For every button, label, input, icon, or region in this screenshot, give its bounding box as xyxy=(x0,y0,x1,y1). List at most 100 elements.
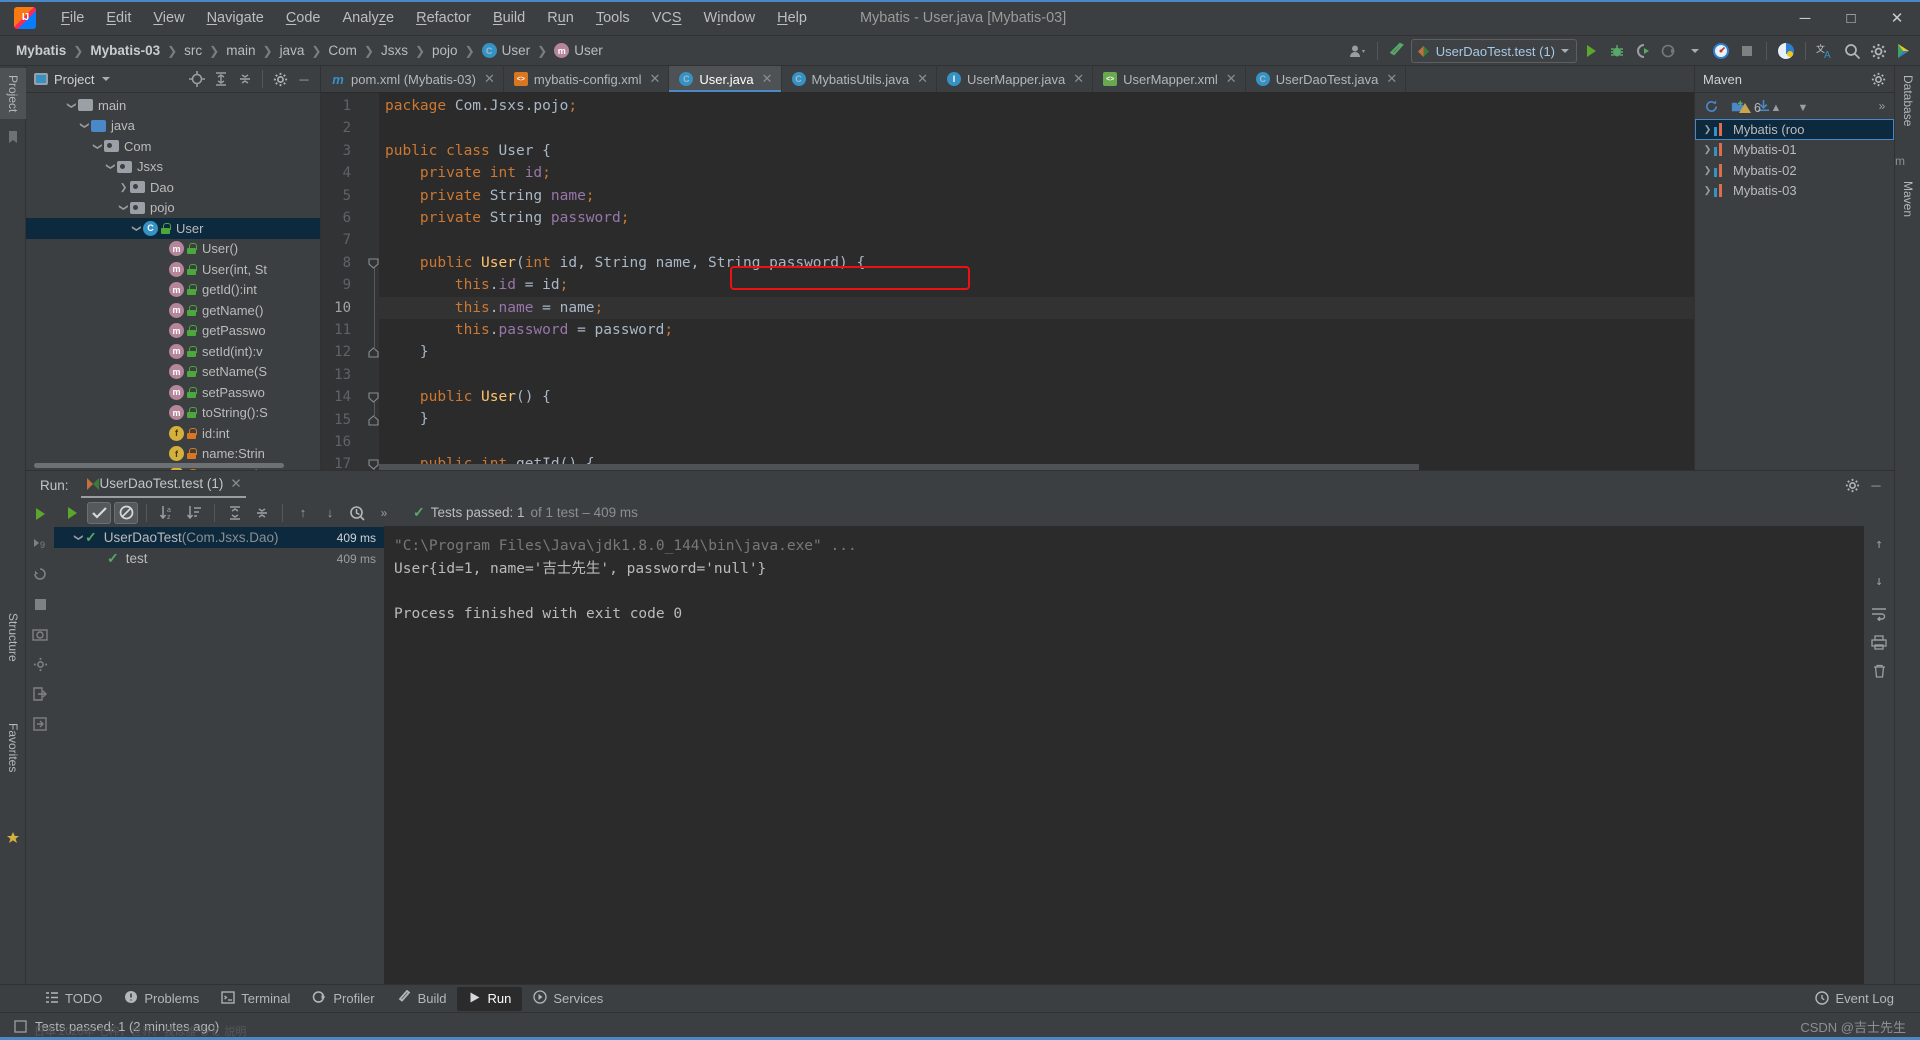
test-history-icon[interactable] xyxy=(345,502,369,524)
soft-wrap-icon[interactable] xyxy=(1871,607,1887,621)
menu-run[interactable]: Run xyxy=(536,6,585,30)
menu-navigate[interactable]: Navigate xyxy=(196,6,275,30)
maximize-icon[interactable]: □ xyxy=(1828,0,1874,36)
reload-icon[interactable] xyxy=(1699,94,1723,118)
bottom-tab-profiler[interactable]: Profiler xyxy=(301,986,385,1011)
run-tab-userdaotest[interactable]: UserDaoTest.test (1) ✕ xyxy=(80,476,246,498)
bottom-tab-problems[interactable]: Problems xyxy=(113,986,210,1011)
menu-window[interactable]: Window xyxy=(693,6,767,30)
settings-icon[interactable] xyxy=(33,653,48,675)
show-passed-tests-icon[interactable] xyxy=(87,501,111,524)
sidebar-tab-database[interactable]: Database xyxy=(1895,68,1920,133)
project-tree-row[interactable]: m toString():S xyxy=(26,403,320,424)
menu-refactor[interactable]: Refactor xyxy=(405,6,482,30)
share-icon[interactable] xyxy=(1892,39,1916,63)
breadcrumb-item-pojo[interactable]: pojo xyxy=(432,43,458,58)
maven-project-row[interactable]: ❯ Mybatis-02 xyxy=(1695,160,1894,181)
test-tree-row[interactable]: ❯ ✓ UserDaoTest (Com.Jsxs.Dao) 409 ms xyxy=(54,527,384,548)
chevron-up-icon[interactable]: ▲ xyxy=(1764,96,1788,120)
project-tree-row[interactable]: m getId():int xyxy=(26,280,320,301)
test-tree-row[interactable]: ✓ test 409 ms xyxy=(54,548,384,569)
breadcrumb-item-mybatis[interactable]: Mybatis xyxy=(16,43,66,58)
screenshot-icon[interactable] xyxy=(32,623,48,645)
hide-panel-icon[interactable]: ─ xyxy=(292,67,316,91)
profiler-dropdown-icon[interactable] xyxy=(1683,39,1707,63)
sidebar-tab-structure[interactable]: Structure xyxy=(0,606,26,669)
chevron-down-icon[interactable]: ❯ xyxy=(79,119,90,132)
translate-icon[interactable]: 文A xyxy=(1813,39,1838,63)
print-icon[interactable] xyxy=(1871,635,1887,650)
chevron-down-icon[interactable] xyxy=(1561,49,1569,53)
maven-projects-tree[interactable]: ❯ Mybatis (roo ❯ Mybatis-01 ❯ Mybatis-02 ❯ Myba… xyxy=(1695,119,1894,201)
scroll-down-icon[interactable]: ↓ xyxy=(1875,571,1883,594)
maven-project-row[interactable]: ❯ Mybatis-01 xyxy=(1695,140,1894,161)
delete-icon[interactable] xyxy=(1872,664,1887,679)
breadcrumb-item-main[interactable]: main xyxy=(226,43,255,58)
more-chevrons-icon[interactable]: » xyxy=(372,502,396,524)
bottom-tab-build[interactable]: Build xyxy=(386,986,458,1012)
breadcrumb-item-user[interactable]: m User xyxy=(554,43,603,58)
menu-build[interactable]: Build xyxy=(482,6,536,30)
chevron-down-icon[interactable]: ❯ xyxy=(66,99,77,112)
stop-icon[interactable] xyxy=(34,593,47,615)
project-tree-row[interactable]: m setId(int):v xyxy=(26,341,320,362)
editor-body[interactable]: 1 2 3 4 5 6 7 8 9 10 11 12 13 14 15 16 17 package Com.Js… xyxy=(321,93,1821,470)
stop-icon[interactable] xyxy=(1735,39,1759,63)
sort-by-duration-icon[interactable] xyxy=(182,502,206,524)
code-content[interactable]: package Com.Jsxs.pojo; public class User… xyxy=(379,93,1821,470)
run-icon[interactable] xyxy=(35,503,45,525)
breadcrumb-item-java[interactable]: java xyxy=(280,43,305,58)
project-tree-row[interactable]: m getName() xyxy=(26,300,320,321)
project-tree-row[interactable]: ❯ Com xyxy=(26,136,320,157)
maven-project-row[interactable]: ❯ Mybatis-03 xyxy=(1695,181,1894,202)
fold-expanded-icon[interactable] xyxy=(368,256,379,269)
breadcrumb-item-mybatis-03[interactable]: Mybatis-03 xyxy=(90,43,160,58)
menu-view[interactable]: View xyxy=(142,6,195,30)
chevron-down-icon[interactable]: ❯ xyxy=(92,140,103,153)
editor-tab-mybatisutils-java[interactable]: C MybatisUtils.java ✕ xyxy=(782,66,937,92)
chevron-down-icon[interactable]: ❯ xyxy=(131,222,142,235)
bookmark-icon[interactable] xyxy=(0,125,25,149)
rerun-icon[interactable] xyxy=(32,563,48,585)
menu-edit[interactable]: Edit xyxy=(95,6,142,30)
settings-gear-icon[interactable] xyxy=(1866,39,1890,63)
bottom-tab-todo[interactable]: TODO xyxy=(34,987,113,1011)
chevron-down-icon[interactable]: ❯ xyxy=(73,531,84,544)
chevron-right-icon[interactable]: ❯ xyxy=(1701,124,1714,135)
close-icon[interactable]: ✕ xyxy=(762,71,773,87)
locate-file-icon[interactable] xyxy=(185,67,209,91)
hide-panel-icon[interactable]: ─ xyxy=(1864,473,1888,497)
maven-project-row[interactable]: ❯ Mybatis (roo xyxy=(1695,119,1894,140)
project-tree-row[interactable]: f name:Strin xyxy=(26,444,320,465)
chevron-right-icon[interactable]: ❯ xyxy=(1701,185,1714,196)
close-icon[interactable]: ✕ xyxy=(1226,71,1237,87)
close-icon[interactable]: ✕ xyxy=(484,71,495,87)
expand-all-icon[interactable] xyxy=(223,502,247,524)
close-icon[interactable]: ✕ xyxy=(1386,71,1397,87)
inspection-widget[interactable]: 6 ▲ ▼ xyxy=(1739,96,1815,120)
sidebar-tab-favorites[interactable]: Favorites xyxy=(0,716,26,779)
minimize-icon[interactable]: ─ xyxy=(1782,0,1828,36)
bottom-tab-services[interactable]: Services xyxy=(522,986,614,1011)
editor-tab-usermapper-java[interactable]: I UserMapper.java ✕ xyxy=(937,66,1094,92)
attach-debugger-icon[interactable] xyxy=(1774,39,1798,63)
expand-all-icon[interactable] xyxy=(209,67,233,91)
console-output[interactable]: "C:\Program Files\Java\jdk1.8.0_144\bin\… xyxy=(384,526,1894,984)
chevron-right-icon[interactable]: ❯ xyxy=(1701,165,1714,176)
chevron-down-icon[interactable]: ❯ xyxy=(118,201,129,214)
menu-tools[interactable]: Tools xyxy=(585,6,641,30)
chevron-right-icon[interactable]: ❯ xyxy=(117,182,130,193)
menu-code[interactable]: Code xyxy=(275,6,332,30)
menu-vcs[interactable]: VCS xyxy=(641,6,693,30)
gear-icon[interactable] xyxy=(1866,67,1890,91)
search-everywhere-icon[interactable] xyxy=(1840,39,1864,63)
star-icon[interactable] xyxy=(0,826,26,850)
project-tree-row[interactable]: ❯ pojo xyxy=(26,198,320,219)
previous-occurrence-icon[interactable]: ↑ xyxy=(291,502,315,524)
project-tree-row[interactable]: ❯ Dao xyxy=(26,177,320,198)
run-with-coverage-icon[interactable] xyxy=(1631,39,1655,63)
editor-gutter[interactable]: 1 2 3 4 5 6 7 8 9 10 11 12 13 14 15 16 17 xyxy=(321,93,379,470)
close-icon[interactable]: ✕ xyxy=(1874,0,1920,36)
bottom-tab-terminal[interactable]: Terminal xyxy=(210,987,301,1011)
editor-tab-userdaotest-java[interactable]: C UserDaoTest.java ✕ xyxy=(1246,66,1407,92)
